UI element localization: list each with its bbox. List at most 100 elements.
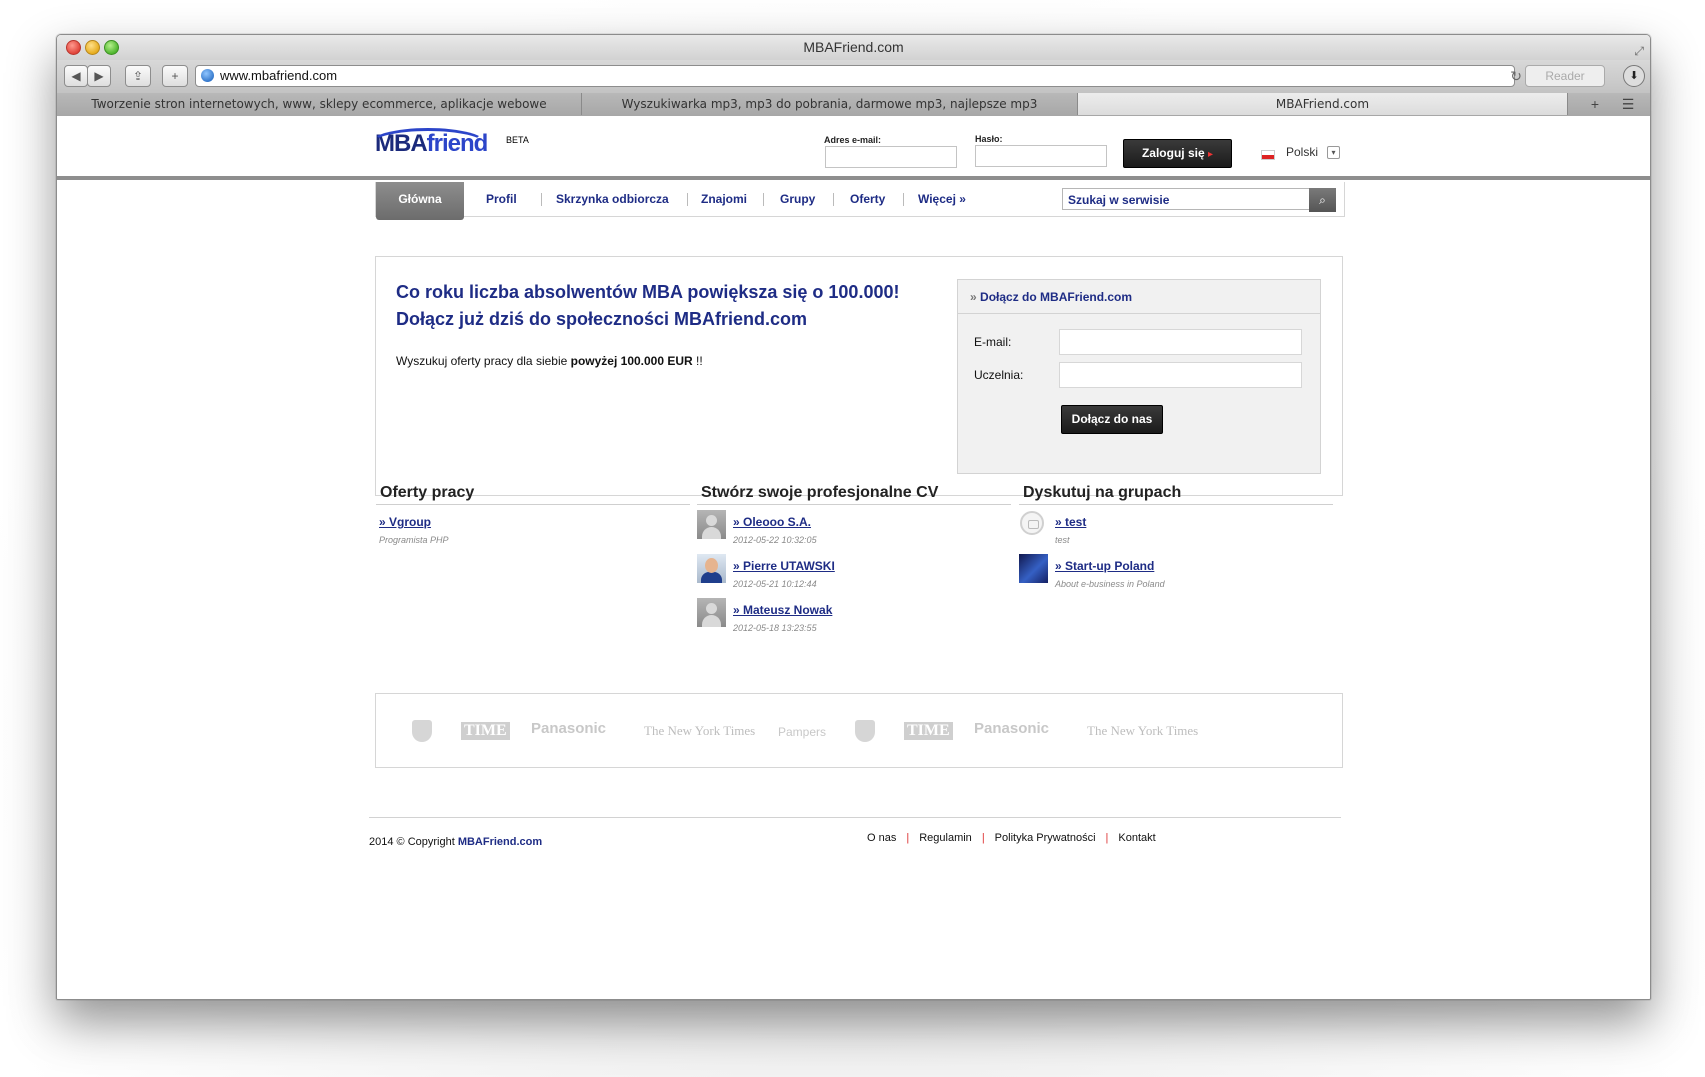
hero-subtext-tail: !!	[692, 354, 703, 368]
panasonic-logo: Panasonic	[531, 720, 607, 737]
new-tab-icon[interactable]: +	[1580, 94, 1610, 114]
copyright-text: 2014 © Copyright	[369, 836, 458, 848]
cv-title: Stwórz swoje profesjonalne CV	[697, 484, 1011, 505]
nav-more[interactable]: Więcej »	[918, 182, 966, 216]
tab-bar: Tworzenie stron internetowych, www, skle…	[57, 93, 1650, 117]
login-password-label: Hasło:	[975, 134, 1003, 144]
close-window-button[interactable]	[66, 40, 81, 55]
nav-friends[interactable]: Znajomi	[701, 182, 747, 216]
user-avatar[interactable]	[697, 510, 726, 539]
time-logo: TIME	[904, 722, 953, 740]
polish-flag-icon	[1261, 150, 1275, 160]
reader-button[interactable]: Reader	[1525, 65, 1605, 87]
tab-list-icon[interactable]: ☰	[1613, 94, 1643, 114]
cv-link[interactable]: » Oleooo S.A.	[733, 515, 811, 529]
address-url: www.mbafriend.com	[220, 68, 338, 83]
group-description: About e-business in Poland	[1055, 579, 1165, 589]
add-bookmark-button[interactable]: +	[162, 65, 188, 87]
browser-toolbar: ◀ ▶ ⇪ + www.mbafriend.com ↻ Reader ⬇	[57, 60, 1650, 94]
back-button[interactable]: ◀	[64, 65, 88, 87]
footer-link-privacy[interactable]: Polityka Prywatności	[985, 832, 1106, 844]
join-submit-button[interactable]: Dołącz do nas	[1061, 405, 1163, 434]
language-selector[interactable]: Polski	[1286, 145, 1318, 159]
login-email-label: Adres e-mail:	[824, 135, 882, 145]
join-panel: » Dołącz do MBAFriend.com E-mail: Uczeln…	[957, 279, 1321, 474]
copyright: 2014 © Copyright MBAFriend.com	[369, 836, 542, 848]
tab-mp3-search[interactable]: Wyszukiwarka mp3, mp3 do pobrania, darmo…	[582, 93, 1078, 115]
language-dropdown-icon[interactable]: ▾	[1327, 146, 1340, 159]
pampers-logo: Pampers	[778, 725, 827, 739]
group-link[interactable]: » Start-up Poland	[1055, 559, 1154, 573]
user-avatar[interactable]	[697, 598, 726, 627]
jobs-title: Oferty pracy	[376, 484, 690, 505]
panasonic-logo: Panasonic	[974, 720, 1050, 737]
reload-icon[interactable]: ↻	[1510, 66, 1522, 86]
search-icon[interactable]: ⌕	[1309, 188, 1336, 212]
logo-arc	[369, 128, 487, 160]
raquo-icon: »	[970, 290, 977, 304]
web-page: MBAfriend BETA Adres e-mail: Hasło: Zalo…	[57, 116, 1650, 999]
cv-column: Stwórz swoje profesjonalne CV » Oleooo S…	[697, 484, 1011, 647]
list-item: » Pierre UTAWSKI 2012-05-21 10:12:44	[697, 554, 1011, 603]
footer-links: O nas | Regulamin | Polityka Prywatności | Kon…	[857, 832, 1166, 844]
beta-badge: BETA	[506, 135, 529, 145]
nav-offers[interactable]: Oferty	[850, 182, 885, 216]
main-navigation: Główna Profil Skrzynka odbiorcza Znajomi…	[375, 182, 1345, 220]
footer-link-terms[interactable]: Regulamin	[909, 832, 982, 844]
user-avatar[interactable]	[697, 554, 726, 583]
list-item: » Start-up Poland About e-business in Po…	[1019, 554, 1333, 603]
nav-divider	[763, 193, 764, 206]
globe-icon	[201, 69, 214, 82]
nyt-logo: The New York Times	[644, 723, 756, 738]
site-logo[interactable]: MBAfriend BETA	[369, 128, 529, 158]
cv-link[interactable]: » Pierre UTAWSKI	[733, 559, 835, 573]
footer-divider	[369, 817, 1341, 818]
tab-web-design[interactable]: Tworzenie stron internetowych, www, skle…	[57, 93, 582, 115]
nav-inbox[interactable]: Skrzynka odbiorcza	[556, 182, 669, 216]
hero-subtext-bold: powyżej 100.000 EUR	[570, 354, 693, 368]
nav-divider	[541, 193, 542, 206]
groups-column: Dyskutuj na grupach » test test » Start-…	[1019, 484, 1333, 603]
forward-button[interactable]: ▶	[87, 65, 111, 87]
minimize-window-button[interactable]	[85, 40, 100, 55]
address-bar[interactable]: www.mbafriend.com ↻	[195, 65, 1522, 87]
cv-timestamp: 2012-05-21 10:12:44	[733, 579, 817, 589]
login-arrow-icon: ▸	[1208, 149, 1214, 160]
nav-groups[interactable]: Grupy	[780, 182, 815, 216]
browser-window: MBAFriend.com ⤢ ◀ ▶ ⇪ + www.mbafriend.co…	[56, 34, 1651, 1000]
cv-link[interactable]: » Mateusz Nowak	[733, 603, 832, 617]
cv-timestamp: 2012-05-22 10:32:05	[733, 535, 817, 545]
shield-logo-icon	[855, 720, 875, 742]
login-button[interactable]: Zaloguj się ▸	[1123, 139, 1232, 168]
nav-divider	[833, 193, 834, 206]
site-header: MBAfriend BETA Adres e-mail: Hasło: Zalo…	[57, 116, 1650, 180]
join-panel-title: » Dołącz do MBAFriend.com	[958, 280, 1320, 314]
list-item: » test test	[1019, 511, 1333, 559]
footer-link-contact[interactable]: Kontakt	[1108, 832, 1165, 844]
footer-link-about[interactable]: O nas	[857, 832, 906, 844]
hero-box: Co roku liczba absolwentów MBA powiększa…	[375, 256, 1343, 496]
login-password-input[interactable]	[975, 145, 1107, 167]
group-link[interactable]: » test	[1055, 515, 1086, 529]
time-logo: TIME	[461, 722, 510, 740]
join-email-input[interactable]	[1059, 329, 1302, 355]
share-button[interactable]: ⇪	[125, 65, 151, 87]
site-search-input[interactable]: Szukaj w serwisie	[1062, 188, 1314, 210]
tab-mbafriend[interactable]: MBAFriend.com	[1078, 93, 1568, 115]
nav-divider	[903, 193, 904, 206]
nav-home-tab[interactable]: Główna	[376, 182, 464, 220]
job-link[interactable]: » Vgroup	[379, 515, 431, 529]
nav-profile[interactable]: Profil	[486, 182, 517, 216]
group-description: test	[1055, 535, 1070, 545]
join-school-input[interactable]	[1059, 362, 1302, 388]
downloads-icon[interactable]: ⬇	[1623, 65, 1645, 87]
zoom-window-button[interactable]	[104, 40, 119, 55]
join-email-label: E-mail:	[974, 335, 1012, 349]
group-avatar[interactable]	[1019, 554, 1048, 583]
copyright-brand-link[interactable]: MBAFriend.com	[458, 836, 542, 848]
jobs-column: Oferty pracy » Vgroup Programista PHP	[376, 484, 690, 559]
login-button-label: Zaloguj się	[1141, 146, 1205, 160]
login-email-input[interactable]	[825, 146, 957, 168]
group-circle-icon[interactable]	[1020, 511, 1044, 535]
cv-timestamp: 2012-05-18 13:23:55	[733, 623, 817, 633]
